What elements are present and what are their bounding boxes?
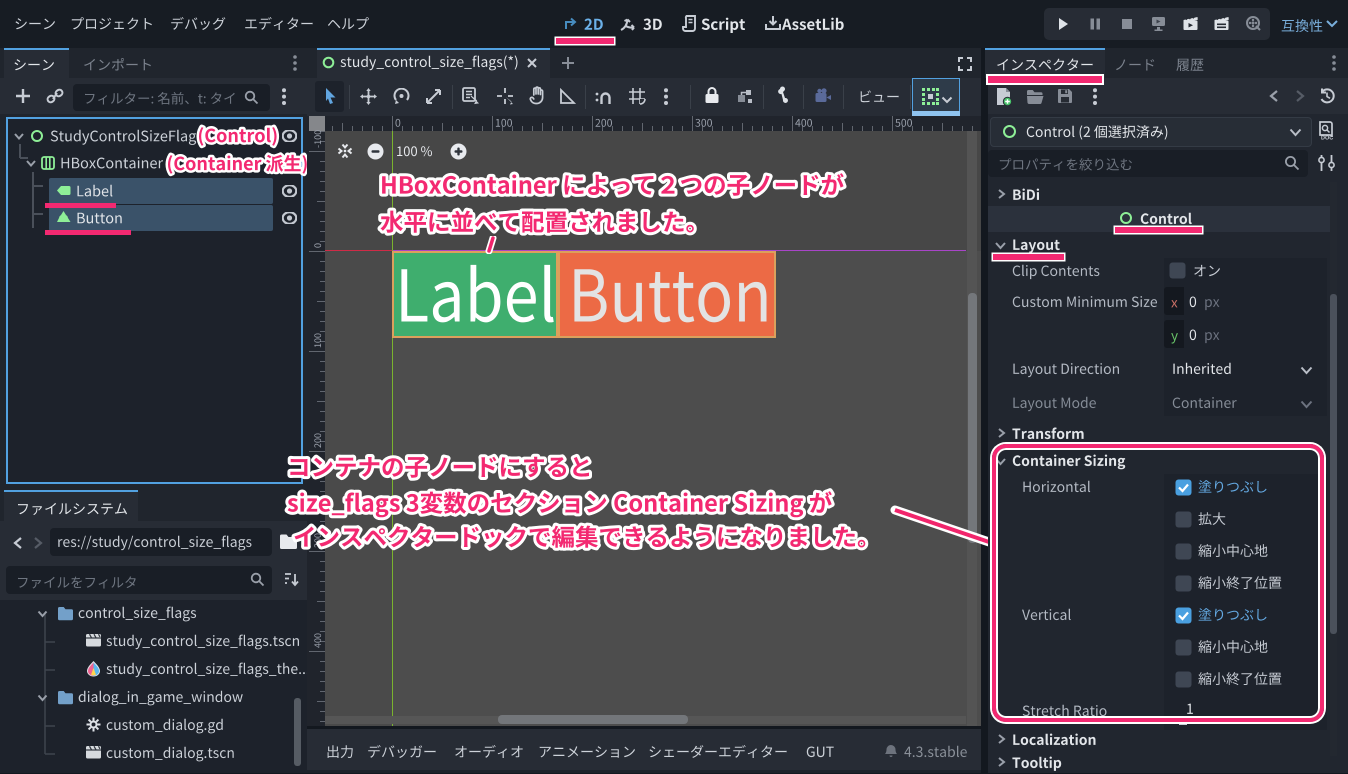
svg-text:DOC: DOC (1321, 136, 1333, 142)
